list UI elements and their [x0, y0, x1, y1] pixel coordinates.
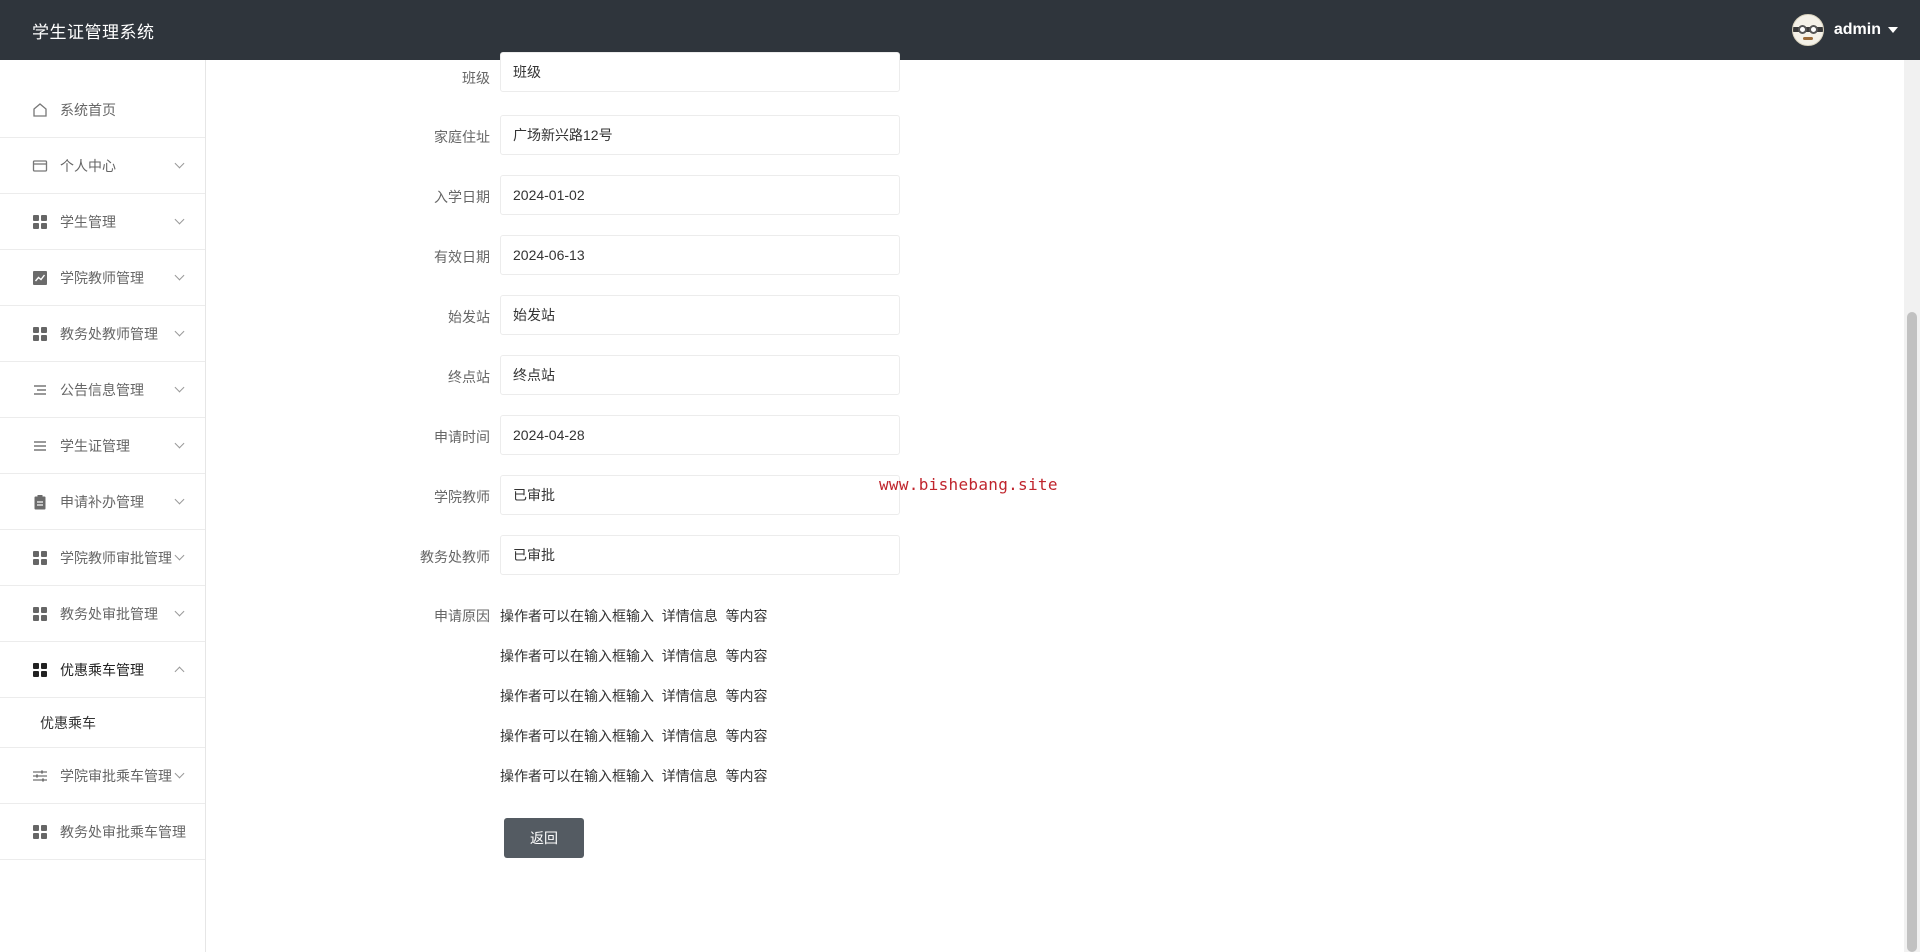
field-label-class: 班级 [462, 70, 490, 86]
sidebar-item-reissue-management[interactable]: 申请补办管理 [0, 474, 205, 530]
field-label-end-station: 终点站 [448, 369, 490, 385]
end-station-field[interactable]: 终点站 [500, 355, 900, 395]
chart-icon [32, 270, 48, 286]
chevron-down-icon [174, 158, 185, 169]
sidebar-item-label: 学生管理 [60, 213, 116, 230]
sidebar-item-discount-ride-management[interactable]: 优惠乘车管理 [0, 642, 205, 698]
sidebar-subitem-label: 优惠乘车 [40, 714, 96, 731]
field-label-valid-date: 有效日期 [434, 249, 490, 265]
chevron-down-icon [174, 768, 185, 779]
grid-icon [32, 550, 48, 566]
sidebar-item-college-ride-approval-management[interactable]: 学院审批乘车管理 [0, 748, 205, 804]
chevron-down-icon[interactable] [1888, 27, 1898, 33]
grid-icon [32, 326, 48, 342]
enroll-date-value: 2024-01-02 [513, 187, 585, 203]
chevron-down-icon [174, 438, 185, 449]
address-value: 广场新兴路12号 [513, 127, 613, 143]
apply-time-value: 2024-04-28 [513, 427, 585, 443]
chevron-up-icon [174, 666, 185, 677]
grid-icon [32, 606, 48, 622]
sidebar-item-label: 申请补办管理 [60, 493, 144, 510]
sidebar-item-student-management[interactable]: 学生管理 [0, 194, 205, 250]
sliders-icon [32, 768, 48, 784]
scrollbar[interactable] [1904, 60, 1920, 952]
sidebar-item-announcement-management[interactable]: 公告信息管理 [0, 362, 205, 418]
sidebar-item-college-approval-management[interactable]: 学院教师审批管理 [0, 530, 205, 586]
user-menu[interactable]: admin [1791, 14, 1898, 46]
field-label-apply-time: 申请时间 [434, 429, 490, 445]
sidebar-item-college-teacher-management[interactable]: 学院教师管理 [0, 250, 205, 306]
end-station-value: 终点站 [513, 367, 555, 383]
sidebar-item-label: 学院教师审批管理 [60, 549, 172, 566]
sidebar-item-office-ride-approval-management[interactable]: 教务处审批乘车管理 [0, 804, 205, 860]
grid-icon [32, 214, 48, 230]
sidebar-item-label: 优惠乘车管理 [60, 661, 144, 678]
address-field[interactable]: 广场新兴路12号 [500, 115, 900, 155]
college-teacher-value: 已审批 [513, 487, 555, 503]
clipboard-icon [32, 494, 48, 510]
sidebar: 系统首页 个人中心 学生管理 学院教师管理 教务处教师管理 公告信息管理 学生证… [0, 60, 206, 952]
apply-time-field[interactable]: 2024-04-28 [500, 415, 900, 455]
field-label-reason: 申请原因 [434, 608, 490, 624]
avatar[interactable] [1791, 14, 1824, 46]
start-station-field[interactable]: 始发站 [500, 295, 900, 335]
reason-line: 操作者可以在输入框输入 详情信息 等内容 [500, 648, 768, 664]
sidebar-item-label: 系统首页 [60, 101, 116, 118]
sidebar-item-label: 学生证管理 [60, 437, 130, 454]
reason-line: 操作者可以在输入框输入 详情信息 等内容 [500, 728, 768, 744]
valid-date-value: 2024-06-13 [513, 247, 585, 263]
sidebar-item-label: 教务处审批乘车管理 [60, 823, 186, 840]
sidebar-item-personal-center[interactable]: 个人中心 [0, 138, 205, 194]
chevron-down-icon [174, 214, 185, 225]
sidebar-menu: 系统首页 个人中心 学生管理 学院教师管理 教务处教师管理 公告信息管理 学生证… [0, 60, 205, 860]
start-station-value: 始发站 [513, 307, 555, 323]
chevron-down-icon [174, 494, 185, 505]
card-icon [32, 158, 48, 174]
field-label-office-teacher: 教务处教师 [420, 549, 490, 565]
class-value: 班级 [513, 64, 541, 80]
office-teacher-field[interactable]: 已审批 [500, 535, 900, 575]
enroll-date-field[interactable]: 2024-01-02 [500, 175, 900, 215]
watermark: www.bishebang.site [879, 475, 1058, 494]
college-teacher-field[interactable]: 已审批 [500, 475, 900, 515]
field-label-address: 家庭住址 [434, 129, 490, 145]
sidebar-item-label: 学院审批乘车管理 [60, 767, 172, 784]
sidebar-item-label: 学院教师管理 [60, 269, 144, 286]
chevron-down-icon [174, 382, 185, 393]
sidebar-item-office-approval-management[interactable]: 教务处审批管理 [0, 586, 205, 642]
field-label-enroll-date: 入学日期 [434, 189, 490, 205]
grid-icon [32, 824, 48, 840]
sidebar-item-label: 教务处审批管理 [60, 605, 158, 622]
field-label-college-teacher: 学院教师 [434, 489, 490, 505]
sidebar-item-label: 教务处教师管理 [60, 325, 158, 342]
reason-line: 操作者可以在输入框输入 详情信息 等内容 [500, 608, 768, 624]
sidebar-item-home[interactable]: 系统首页 [0, 82, 205, 138]
field-label-start-station: 始发站 [448, 309, 490, 325]
sidebar-subitem-discount-ride[interactable]: 优惠乘车 [0, 698, 205, 748]
class-field[interactable]: 班级 [500, 52, 900, 92]
list-icon [32, 382, 48, 398]
home-icon [32, 102, 48, 118]
reason-line: 操作者可以在输入框输入 详情信息 等内容 [500, 688, 768, 704]
chevron-down-icon [174, 270, 185, 281]
app-title: 学生证管理系统 [32, 22, 155, 42]
username[interactable]: admin [1834, 21, 1881, 39]
office-teacher-value: 已审批 [513, 547, 555, 563]
chevron-down-icon [174, 326, 185, 337]
valid-date-field[interactable]: 2024-06-13 [500, 235, 900, 275]
scrollbar-thumb[interactable] [1907, 312, 1917, 952]
top-bar: 学生证管理系统 admin [0, 0, 1920, 60]
list-icon [32, 438, 48, 454]
grid-icon [32, 662, 48, 678]
reason-line: 操作者可以在输入框输入 详情信息 等内容 [500, 768, 768, 784]
back-button[interactable]: 返回 [504, 818, 584, 858]
main-content: 班级 班级 家庭住址 广场新兴路12号 入学日期 2024-01-02 有效日期… [206, 52, 1904, 952]
sidebar-item-office-teacher-management[interactable]: 教务处教师管理 [0, 306, 205, 362]
chevron-down-icon [174, 550, 185, 561]
sidebar-item-student-card-management[interactable]: 学生证管理 [0, 418, 205, 474]
sidebar-item-label: 个人中心 [60, 157, 116, 174]
sidebar-item-label: 公告信息管理 [60, 381, 144, 398]
chevron-down-icon [174, 606, 185, 617]
